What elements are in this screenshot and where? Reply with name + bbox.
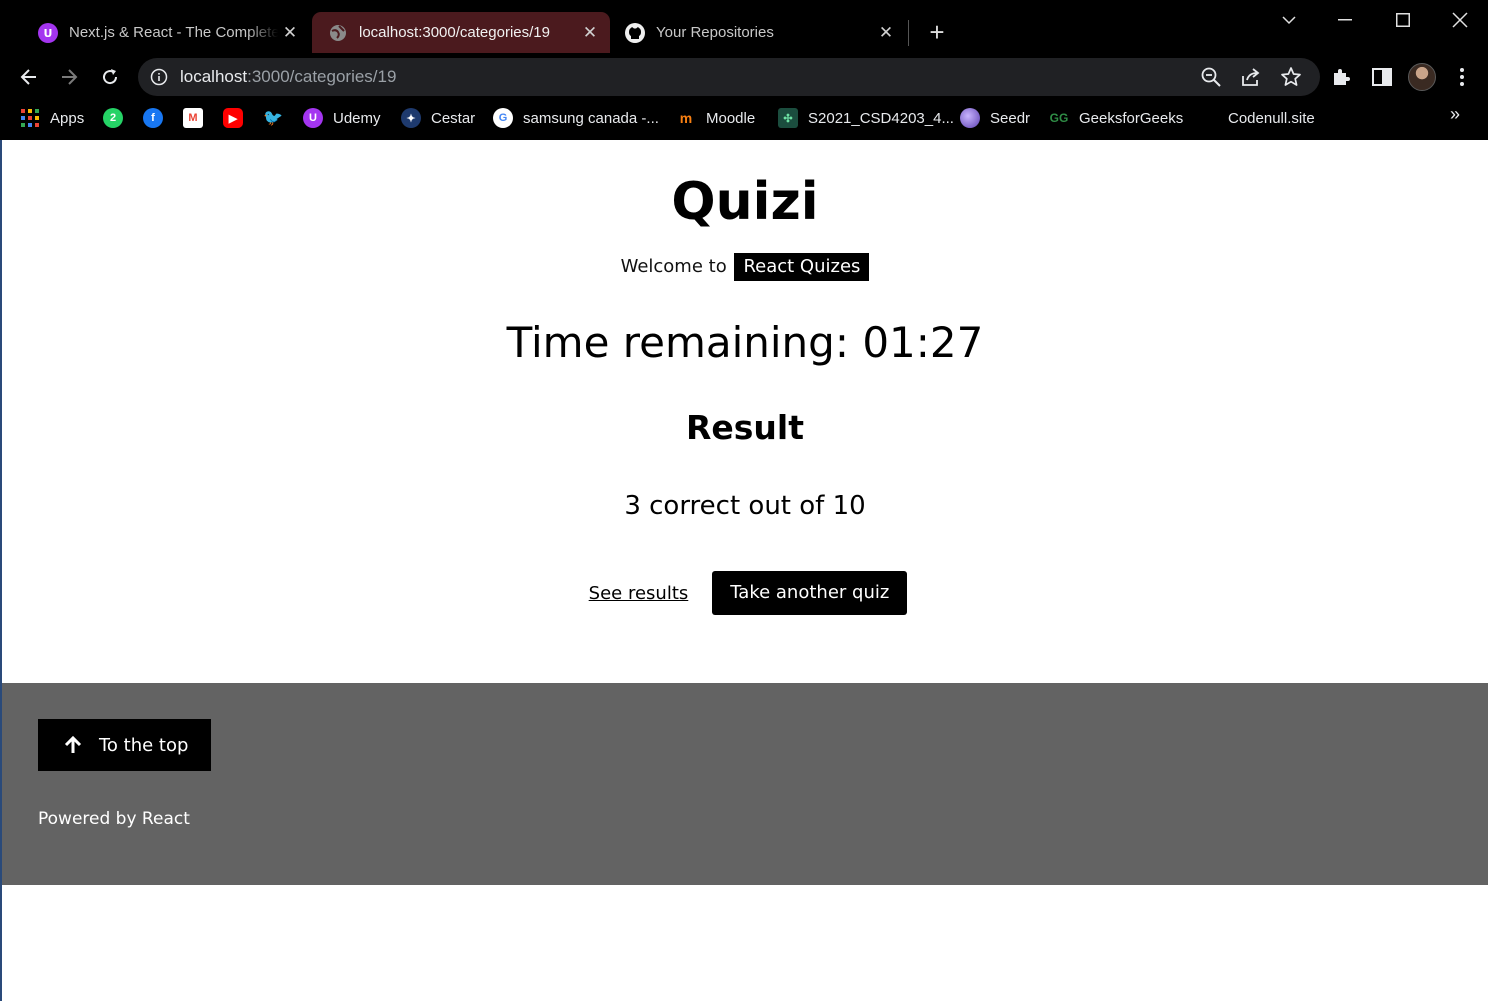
bookmarks-bar: Apps 2 f M ▶ 🐦 U Udemy ✦ Cestar Gsamsung c… [0, 100, 1488, 140]
side-panel-icon[interactable] [1370, 65, 1394, 89]
bookmark-moodle[interactable]: m Moodle [676, 106, 755, 130]
moodle-icon: m [679, 110, 693, 126]
maximize-button[interactable] [1383, 6, 1423, 34]
to-the-top-button[interactable]: To the top [38, 719, 211, 771]
bookmark-youtube[interactable]: ▶ [223, 106, 253, 130]
bookmark-gmail[interactable]: M [183, 106, 213, 130]
arrow-up-icon [64, 736, 82, 753]
minimize-button[interactable] [1325, 6, 1365, 34]
reload-button[interactable] [94, 61, 126, 93]
site-info-icon[interactable] [150, 68, 168, 86]
welcome-line: Welcome to React Quizes [2, 253, 1488, 281]
tab-title: Your Repositories [656, 24, 774, 41]
bookmark-label: Seedr [990, 109, 1031, 127]
geeksforgeeks-icon: GG [1049, 111, 1069, 125]
back-arrow-icon [20, 69, 36, 85]
extensions-puzzle-icon[interactable] [1330, 65, 1354, 89]
bookmark-udemy[interactable]: U Udemy [303, 106, 381, 130]
gmail-icon: M [183, 108, 203, 128]
score-text: 3 correct out of 10 [624, 491, 866, 521]
zoom-out-icon[interactable] [1200, 66, 1222, 88]
profile-avatar[interactable] [1408, 63, 1436, 91]
apps-grid-icon [21, 109, 39, 127]
bookmark-course[interactable]: ✣ S2021_CSD4203_4... [778, 106, 954, 130]
udemy-icon: U [38, 22, 58, 43]
close-tab-icon[interactable]: ✕ [578, 23, 602, 43]
facebook-icon: f [143, 108, 163, 128]
bookmark-label: Moodle [706, 109, 756, 127]
more-bookmarks-chevron-icon[interactable]: » [1450, 104, 1460, 125]
bookmark-geeksforgeeks[interactable]: GG GeeksforGeeks [1049, 106, 1184, 130]
tab-nextjs-course[interactable]: U Next.js & React - The Complete Guide ✕ [12, 12, 310, 53]
take-another-quiz-button[interactable]: Take another quiz [712, 571, 908, 615]
tab-strip: U Next.js & React - The Complete Guide ✕… [0, 0, 1488, 53]
course-icon: ✣ [778, 108, 798, 128]
globe-icon [330, 24, 346, 41]
share-icon[interactable] [1240, 66, 1262, 88]
close-tab-icon[interactable]: ✕ [278, 23, 302, 43]
forward-button[interactable] [53, 61, 85, 93]
bookmark-label: S2021_CSD4203_4... [808, 109, 954, 127]
close-tab-icon[interactable]: ✕ [874, 23, 898, 43]
address-bar[interactable]: localhost:3000/categories/19 [138, 58, 1320, 96]
bookmark-samsung-canada[interactable]: Gsamsung canada -... [493, 106, 659, 130]
tab-separator [908, 20, 909, 46]
bookmark-cestar[interactable]: ✦ Cestar [401, 106, 475, 130]
bookmark-label: Udemy [333, 109, 381, 127]
youtube-icon: ▶ [223, 108, 243, 128]
tab-title: localhost:3000/categories/19 [359, 24, 550, 41]
see-results-link[interactable]: See results [583, 583, 695, 604]
bookmark-star-icon[interactable] [1280, 66, 1302, 88]
forward-arrow-icon [62, 69, 78, 85]
google-icon: G [493, 108, 513, 128]
reload-icon [103, 69, 118, 85]
page-content: Quizi Welcome to React Quizes Time remai… [2, 140, 1488, 1001]
bookmark-apps[interactable]: Apps [20, 106, 84, 130]
udemy-icon: U [303, 108, 323, 128]
bookmark-seedr[interactable]: Seedr [960, 106, 1030, 130]
seedr-icon [960, 108, 980, 128]
new-tab-button[interactable]: + [922, 18, 952, 48]
tab-your-repositories[interactable]: Your Repositories ✕ [612, 12, 906, 53]
result-heading: Result [685, 408, 804, 447]
to-the-top-label: To the top [99, 734, 189, 756]
more-menu-icon[interactable] [1450, 65, 1474, 89]
app-title: Quizi [671, 172, 819, 232]
bookmark-facebook[interactable]: f [143, 106, 173, 130]
browser-chrome: U Next.js & React - The Complete Guide ✕… [0, 0, 1488, 140]
browser-toolbar: localhost:3000/categories/19 [0, 53, 1488, 100]
category-badge: React Quizes [734, 253, 870, 281]
page-footer: To the top Powered by React [2, 683, 1488, 885]
tab-title: Next.js & React - The Complete Guide [69, 24, 278, 41]
powered-by-text: Powered by React [38, 809, 190, 829]
bookmark-label: samsung canada -... [523, 109, 659, 127]
time-remaining: Time remaining: 01:27 [506, 318, 984, 367]
bookmark-label: Codenull.site [1228, 109, 1315, 127]
bookmark-twitter[interactable]: 🐦 [263, 106, 293, 130]
bookmark-label: Apps [50, 109, 85, 127]
welcome-text: Welcome to [620, 256, 727, 277]
bookmark-label: Cestar [431, 109, 476, 127]
result-actions: See results Take another quiz [2, 571, 1488, 615]
url-path: :3000/categories/19 [247, 67, 397, 86]
bookmark-codenull[interactable]: Codenull.site [1228, 106, 1315, 130]
whatsapp-icon: 2 [103, 108, 123, 128]
bookmark-whatsapp[interactable]: 2 [103, 106, 133, 130]
url-text[interactable]: localhost:3000/categories/19 [180, 67, 396, 87]
tab-localhost-categories[interactable]: localhost:3000/categories/19 ✕ [312, 12, 610, 53]
close-window-button[interactable] [1440, 6, 1480, 34]
twitter-icon: 🐦 [263, 110, 283, 127]
bookmark-label: GeeksforGeeks [1079, 109, 1184, 127]
cestar-icon: ✦ [401, 108, 421, 128]
github-icon [625, 22, 645, 43]
back-button[interactable] [13, 61, 45, 93]
svg-text:U: U [44, 27, 53, 40]
tab-search-chevron-icon[interactable] [1269, 6, 1309, 34]
url-host: localhost [180, 67, 248, 86]
